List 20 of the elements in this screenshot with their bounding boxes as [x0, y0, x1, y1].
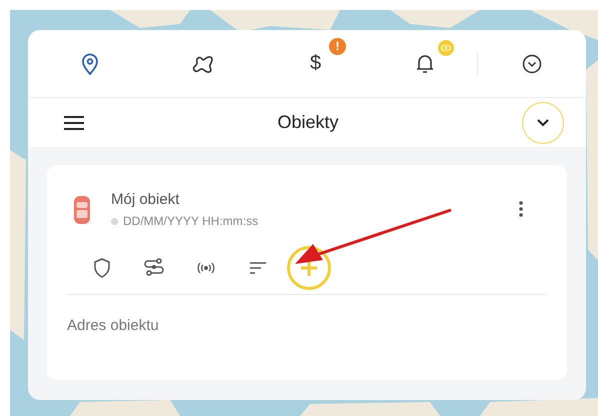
route-icon: [190, 54, 214, 74]
location-pin-icon: [80, 52, 100, 74]
chevron-down-icon: [522, 54, 542, 74]
object-name: Mój obiekt: [111, 191, 180, 208]
alert-badge: !: [329, 38, 346, 54]
dollar-icon: $: [310, 52, 322, 75]
timestamp: DD/MM/YYYY HH:mm:ss: [123, 214, 258, 228]
object-address: Adres obiektu: [67, 317, 160, 334]
page-title: Obiekty: [276, 112, 340, 133]
sort-icon: [249, 262, 267, 274]
broadcast-icon: [195, 261, 217, 275]
chevron-down-icon: [536, 118, 550, 128]
route-icon: [143, 258, 165, 278]
shield-icon: [93, 258, 111, 278]
object-card[interactable]: Mój obiekt DD/MM/YYYY HH:mm:ss Adres obiektu: [47, 165, 567, 380]
bell-icon: [414, 52, 434, 74]
nav-tab[interactable]: $ !: [259, 34, 372, 94]
car-icon: [73, 195, 91, 225]
menu-icon[interactable]: [64, 116, 84, 130]
plus-icon: [301, 260, 317, 276]
